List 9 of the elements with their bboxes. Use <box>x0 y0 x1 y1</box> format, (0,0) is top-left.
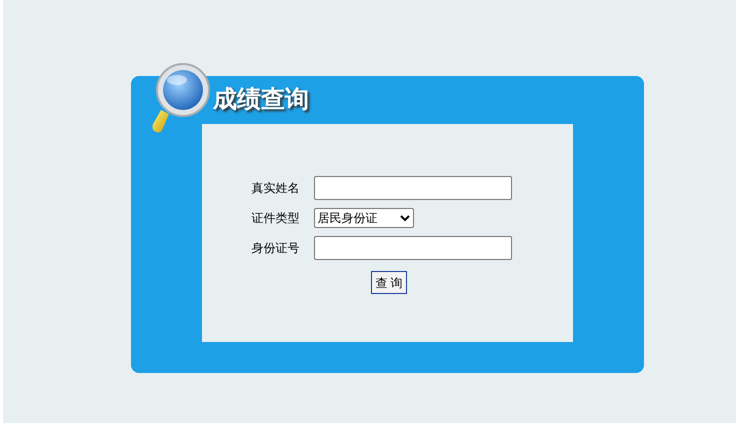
field-label: 证件类型 <box>250 210 300 227</box>
field-label: 真实姓名 <box>250 180 300 197</box>
field-label: 身份证号 <box>250 240 300 257</box>
caret-icon <box>400 214 410 222</box>
input-field[interactable] <box>314 236 512 260</box>
search-button[interactable]: 查 询 <box>371 271 407 294</box>
panel-title: 成绩查询 <box>213 85 309 115</box>
id-type-dropdown[interactable]: 居民身份证 <box>314 208 414 228</box>
input-field[interactable] <box>314 176 512 200</box>
